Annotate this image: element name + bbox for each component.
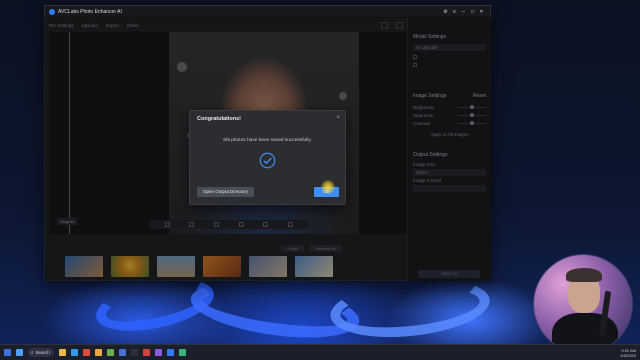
app-icon[interactable] xyxy=(95,349,102,356)
wallpaper-bloom xyxy=(327,271,493,345)
search-label: Search xyxy=(35,350,50,355)
app-icon[interactable] xyxy=(107,349,114,356)
taskbar: ⌕ Search 9:22 AM 4/5/2023 xyxy=(0,344,640,360)
widgets-icon[interactable] xyxy=(4,349,11,356)
app-icon[interactable] xyxy=(179,349,186,356)
webcam-overlay xyxy=(533,254,633,354)
menu-icon[interactable]: ≡ xyxy=(450,9,459,15)
maximize-button[interactable]: □ xyxy=(468,9,477,15)
open-output-directory-button[interactable]: Open Output Directory xyxy=(197,187,254,197)
dialog-message: 6/6 photos have been saved successfully. xyxy=(223,138,312,143)
close-button[interactable]: ✕ xyxy=(477,9,486,15)
minimize-button[interactable]: – xyxy=(459,9,468,15)
start-icon[interactable] xyxy=(16,349,23,356)
app-logo-icon xyxy=(49,9,55,15)
file-explorer-icon[interactable] xyxy=(59,349,66,356)
system-tray-clock[interactable]: 9:22 AM 4/5/2023 xyxy=(620,348,636,358)
app-icon[interactable] xyxy=(131,349,138,356)
search-icon: ⌕ xyxy=(31,350,34,355)
window-title: AVCLabs Photo Enhancer AI xyxy=(58,9,122,15)
tray-date: 4/5/2023 xyxy=(620,353,636,358)
app-icon[interactable] xyxy=(143,349,150,356)
cursor-highlight xyxy=(321,180,335,194)
settings-gear-icon[interactable]: ⚙ xyxy=(441,9,450,15)
success-check-icon xyxy=(259,152,276,169)
browser-icon[interactable] xyxy=(71,349,78,356)
dialog-title: Congratulations! xyxy=(197,116,241,122)
dialog-close-icon[interactable]: × xyxy=(336,115,340,121)
app-icon[interactable] xyxy=(119,349,126,356)
chrome-icon[interactable] xyxy=(83,349,90,356)
app-icon[interactable] xyxy=(155,349,162,356)
taskbar-search[interactable]: ⌕ Search xyxy=(28,348,54,357)
photo-enhancer-taskbar-icon[interactable] xyxy=(167,349,174,356)
